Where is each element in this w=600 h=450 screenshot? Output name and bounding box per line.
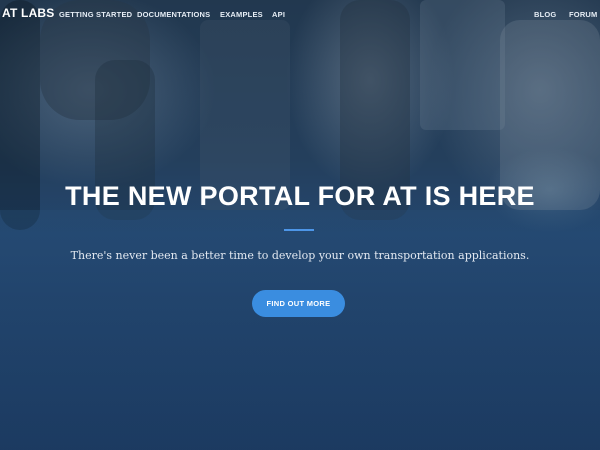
nav-link-getting-started[interactable]: GETTING STARTED: [59, 10, 132, 19]
hero-divider: [284, 229, 314, 231]
nav-link-blog[interactable]: BLOG: [534, 10, 556, 19]
find-out-more-button[interactable]: FIND OUT MORE: [252, 290, 345, 317]
hero-subtitle: There's never been a better time to deve…: [70, 249, 530, 262]
top-navigation: AT LABS GETTING STARTED DOCUMENTATIONS E…: [0, 0, 600, 28]
hero-title: THE NEW PORTAL FOR AT IS HERE: [65, 181, 535, 211]
nav-link-examples[interactable]: EXAMPLES: [220, 10, 263, 19]
nav-link-api[interactable]: API: [272, 10, 285, 19]
brand-logo-link[interactable]: AT LABS: [2, 6, 55, 20]
bg-floor: [0, 210, 600, 450]
hero-background-image: [0, 0, 600, 450]
nav-link-forum[interactable]: FORUM: [569, 10, 598, 19]
nav-link-documentations[interactable]: DOCUMENTATIONS: [137, 10, 210, 19]
